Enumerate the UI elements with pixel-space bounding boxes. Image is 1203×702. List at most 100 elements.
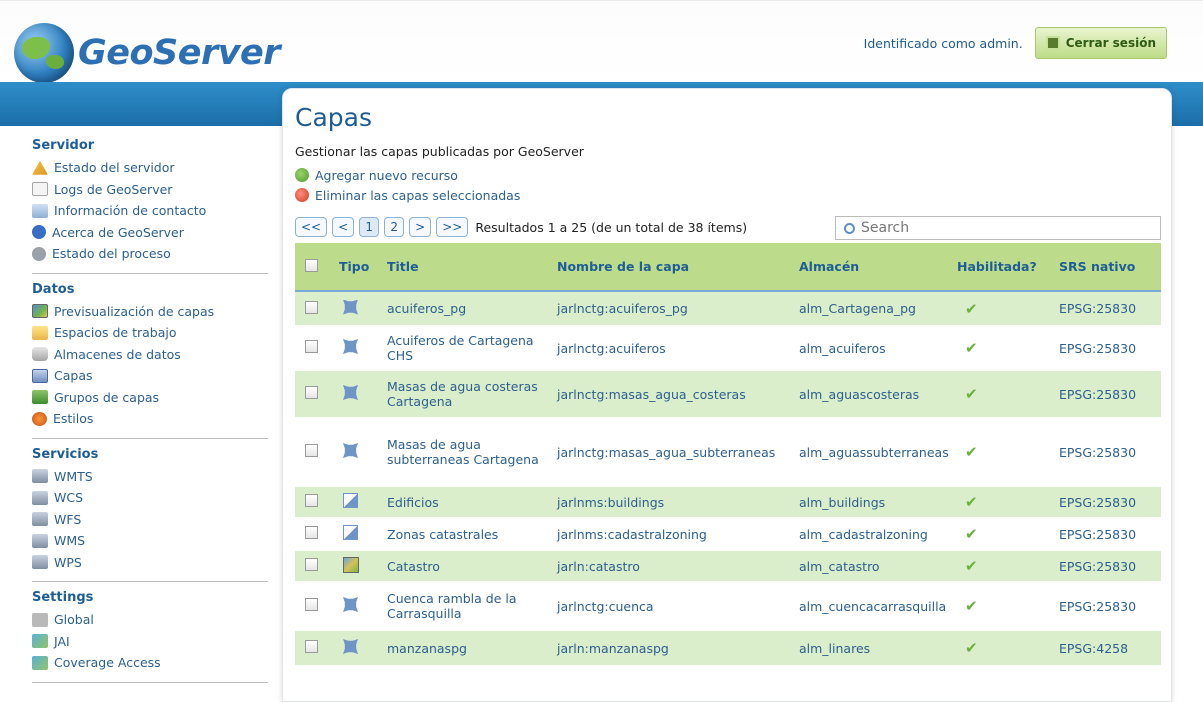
title-cell[interactable]: Cuenca rambla de la Carrasquilla xyxy=(383,581,553,631)
title-cell[interactable]: acuiferos_pg xyxy=(383,291,553,325)
row-checkbox[interactable] xyxy=(305,598,318,611)
sidebar-item-layers[interactable]: Capas xyxy=(32,365,268,387)
title-cell[interactable]: Edificios xyxy=(383,487,553,517)
title-cell[interactable]: Masas de agua subterraneas Cartagena xyxy=(383,417,553,487)
row-checkbox[interactable] xyxy=(305,386,318,399)
layer-name-cell[interactable]: jarlnctg:masas_agua_costeras xyxy=(553,371,795,417)
sidebar-item-wps[interactable]: WPS xyxy=(32,552,268,574)
sidebar-item-wmts[interactable]: WMTS xyxy=(32,466,268,488)
row-checkbox[interactable] xyxy=(305,558,318,571)
layer-name-cell[interactable]: jarlnms:buildings xyxy=(553,487,795,517)
sidebar-item-stores[interactable]: Almacenes de datos xyxy=(32,344,268,366)
sidebar-item-label: Espacios de trabajo xyxy=(54,325,177,341)
sidebar-item-wfs[interactable]: WFS xyxy=(32,509,268,531)
results-summary: Resultados 1 a 25 (de un total de 38 íte… xyxy=(475,219,748,235)
enabled-check-icon: ✔ xyxy=(953,631,1055,665)
search-input[interactable] xyxy=(861,220,1141,236)
sidebar-item-styles[interactable]: Estilos xyxy=(32,408,268,430)
sidebar-item-logs[interactable]: Logs de GeoServer xyxy=(32,179,268,201)
table-row: manzanaspg jarln:manzanaspg alm_linares … xyxy=(295,631,1161,665)
raster-type-icon xyxy=(343,556,359,573)
previous-page-button[interactable]: < xyxy=(332,217,355,237)
sidebar-item-server-status[interactable]: Estado del servidor xyxy=(32,157,268,179)
srs-cell: EPSG:25830 xyxy=(1055,371,1161,417)
enabled-check-icon: ✔ xyxy=(953,551,1055,581)
type-cell xyxy=(335,517,383,551)
store-cell[interactable]: alm_aguascosteras xyxy=(795,371,953,417)
logout-button[interactable]: Cerrar sesión xyxy=(1034,27,1167,59)
sidebar-item-label: WPS xyxy=(54,554,82,570)
page-2-button[interactable]: 2 xyxy=(384,217,405,237)
row-select-cell xyxy=(295,517,335,551)
sidebar-item-label: Global xyxy=(54,612,94,628)
row-checkbox[interactable] xyxy=(305,444,318,457)
sidebar-item-layer-preview[interactable]: Previsualización de capas xyxy=(32,301,268,323)
add-resource-link[interactable]: Agregar nuevo recurso xyxy=(295,165,1159,185)
layer-name-cell[interactable]: jarlnctg:masas_agua_subterraneas xyxy=(553,417,795,487)
sidebar-item-contact[interactable]: Información de contacto xyxy=(32,200,268,222)
page-description: Gestionar las capas publicadas por GeoSe… xyxy=(295,144,584,159)
srs-cell: EPSG:25830 xyxy=(1055,487,1161,517)
row-checkbox[interactable] xyxy=(305,300,318,314)
title-cell[interactable]: manzanaspg xyxy=(383,631,553,665)
column-header-store[interactable]: Almacén xyxy=(795,243,953,292)
sidebar-item-label: WCS xyxy=(54,490,84,506)
row-checkbox[interactable] xyxy=(305,494,318,507)
sidebar-item-label: Estado del proceso xyxy=(52,246,171,262)
sidebar-item-coverage-access[interactable]: Coverage Access xyxy=(32,652,268,674)
type-cell xyxy=(335,581,383,631)
row-select-cell xyxy=(295,417,335,487)
page-1-button[interactable]: 1 xyxy=(359,217,380,237)
table-row: Catastro jarln:catastro alm_catastro ✔ E… xyxy=(295,551,1161,581)
row-checkbox[interactable] xyxy=(305,526,318,539)
vector-type-icon xyxy=(343,525,358,540)
sidebar-item-layer-groups[interactable]: Grupos de capas xyxy=(32,387,268,409)
column-header-title[interactable]: Title xyxy=(383,243,553,292)
sidebar-item-wcs[interactable]: WCS xyxy=(32,487,268,509)
row-checkbox[interactable] xyxy=(305,640,318,653)
sidebar-item-process-status[interactable]: Estado del proceso xyxy=(32,243,268,265)
remove-selected-layers-link[interactable]: Eliminar las capas seleccionadas xyxy=(295,185,1159,205)
row-checkbox[interactable] xyxy=(305,340,318,353)
row-select-cell xyxy=(295,291,335,325)
column-header-type[interactable]: Tipo xyxy=(335,243,383,292)
logo-text: GeoServer xyxy=(78,33,281,73)
last-page-button[interactable]: >> xyxy=(436,217,469,237)
layer-name-cell[interactable]: jarlnctg:acuiferos_pg xyxy=(553,291,795,325)
store-cell[interactable]: alm_acuiferos xyxy=(795,325,953,371)
column-header-native-srs[interactable]: SRS nativo xyxy=(1055,243,1161,292)
row-select-cell xyxy=(295,581,335,631)
title-cell[interactable]: Acuiferos de Cartagena CHS xyxy=(383,325,553,371)
store-cell[interactable]: alm_linares xyxy=(795,631,953,665)
store-cell[interactable]: alm_cadastralzoning xyxy=(795,517,953,551)
folder-icon xyxy=(32,325,48,340)
layer-name-cell[interactable]: jarln:manzanaspg xyxy=(553,631,795,665)
select-all-checkbox[interactable] xyxy=(305,258,318,272)
sidebar-item-label: Almacenes de datos xyxy=(54,346,181,362)
first-page-button[interactable]: << xyxy=(295,217,328,237)
column-header-enabled[interactable]: Habilitada? xyxy=(953,243,1055,292)
title-cell[interactable]: Zonas catastrales xyxy=(383,517,553,551)
store-cell[interactable]: alm_buildings xyxy=(795,487,953,517)
sidebar-item-label: Capas xyxy=(54,368,93,384)
sidebar-item-wms[interactable]: WMS xyxy=(32,530,268,552)
store-cell[interactable]: alm_cuencacarrasquilla xyxy=(795,581,953,631)
geoserver-logo[interactable]: GeoServer xyxy=(14,23,281,83)
layer-name-cell[interactable]: jarlnms:cadastralzoning xyxy=(553,517,795,551)
store-cell[interactable]: alm_catastro xyxy=(795,551,953,581)
sidebar-item-global[interactable]: Global xyxy=(32,609,268,631)
sidebar-item-workspaces[interactable]: Espacios de trabajo xyxy=(32,322,268,344)
row-select-cell xyxy=(295,631,335,665)
store-cell[interactable]: alm_Cartagena_pg xyxy=(795,291,953,325)
layer-name-cell[interactable]: jarlnctg:cuenca xyxy=(553,581,795,631)
column-header-layer-name[interactable]: Nombre de la capa xyxy=(553,243,795,292)
sidebar-item-about[interactable]: Acerca de GeoServer xyxy=(32,222,268,244)
title-cell[interactable]: Masas de agua costeras Cartagena xyxy=(383,371,553,417)
type-cell xyxy=(335,417,383,487)
store-cell[interactable]: alm_aguassubterraneas xyxy=(795,417,953,487)
layer-name-cell[interactable]: jarln:catastro xyxy=(553,551,795,581)
layer-name-cell[interactable]: jarlnctg:acuiferos xyxy=(553,325,795,371)
title-cell[interactable]: Catastro xyxy=(383,551,553,581)
sidebar-item-jai[interactable]: JAI xyxy=(32,631,268,653)
next-page-button[interactable]: > xyxy=(409,217,432,237)
